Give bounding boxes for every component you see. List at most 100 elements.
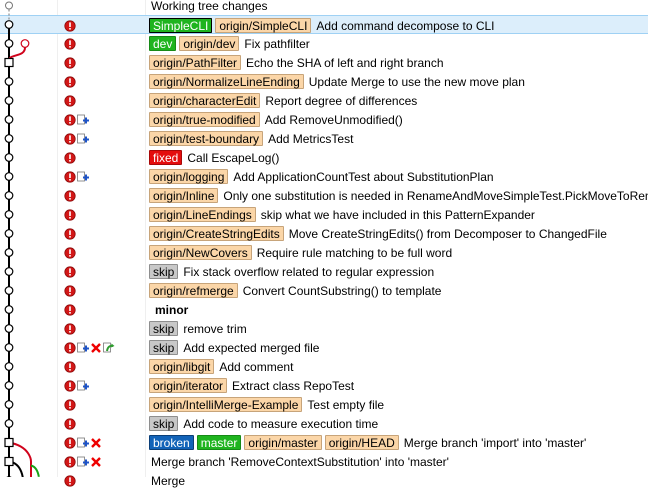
commit-row[interactable]: skipAdd code to measure execution time: [0, 414, 648, 433]
commit-status-icons: [64, 320, 76, 337]
deleted-icon: [90, 456, 102, 468]
remote-branch-badge[interactable]: origin/NormalizeLineEnding: [149, 74, 304, 89]
remote-branch-badge[interactable]: origin/SimpleCLI: [215, 18, 311, 33]
added-icon: [77, 133, 89, 145]
commit-row[interactable]: minor: [0, 300, 648, 319]
working-tree-row[interactable]: Working tree changes: [0, 0, 648, 15]
commit-node: [5, 40, 13, 48]
remote-branch-badge[interactable]: origin/dev: [179, 36, 239, 51]
commit-status-icons: [64, 149, 76, 166]
commit-row[interactable]: Merge branch 'RemoveContextSubstitution'…: [0, 452, 648, 471]
commit-message-cell: origin/InlineOnly one substitution is ne…: [149, 187, 648, 204]
remote-branch-badge[interactable]: origin/master: [244, 435, 321, 450]
commit-status-icons: [64, 130, 89, 147]
commit-row[interactable]: origin/characterEditReport degree of dif…: [0, 91, 648, 110]
commit-node: [5, 344, 13, 352]
commit-message: Add expected merged file: [181, 341, 319, 355]
commit-message-cell: skipremove trim: [149, 320, 247, 337]
conflict-icon: [64, 342, 76, 354]
commit-row[interactable]: origin/IntelliMerge-ExampleTest empty fi…: [0, 395, 648, 414]
conflict-icon: [64, 76, 76, 88]
remote-branch-badge[interactable]: origin/test-boundary: [149, 131, 263, 146]
tag-badge[interactable]: skip: [149, 416, 178, 431]
deleted-icon: [90, 437, 102, 449]
remote-branch-badge[interactable]: origin/HEAD: [325, 435, 399, 450]
commit-row[interactable]: origin/NewCoversRequire rule matching to…: [0, 243, 648, 262]
commit-row[interactable]: origin/test-boundaryAdd MetricsTest: [0, 129, 648, 148]
commit-node: [5, 78, 13, 86]
conflict-icon: [64, 209, 76, 221]
tag-badge[interactable]: skip: [149, 321, 178, 336]
commit-row[interactable]: origin/loggingAdd ApplicationCountTest a…: [0, 167, 648, 186]
tag-badge[interactable]: skip: [149, 264, 178, 279]
conflict-icon: [64, 57, 76, 69]
merge-commit-node: [5, 439, 13, 447]
commit-row[interactable]: origin/InlineOnly one substitution is ne…: [0, 186, 648, 205]
commit-row[interactable]: Merge: [0, 471, 648, 490]
merge-commit-node: [5, 458, 13, 466]
commit-row[interactable]: skipremove trim: [0, 319, 648, 338]
commit-message: Add command decompose to CLI: [314, 19, 494, 33]
commit-message-cell: origin/characterEditReport degree of dif…: [149, 92, 417, 109]
commit-message: remove trim: [181, 322, 246, 336]
commit-row[interactable]: origin/PathFilterEcho the SHA of left an…: [0, 53, 648, 72]
commit-message-cell: brokenmasterorigin/masterorigin/HEADMerg…: [149, 434, 586, 451]
commit-status-icons: [64, 92, 76, 109]
commit-message-cell: origin/iteratorExtract class RepoTest: [149, 377, 354, 394]
commit-row[interactable]: origin/iteratorExtract class RepoTest: [0, 376, 648, 395]
commit-status-icons: [64, 434, 102, 451]
commit-status-icons: [64, 54, 76, 71]
commit-status-icons: [64, 73, 76, 90]
commit-row[interactable]: brokenmasterorigin/masterorigin/HEADMerg…: [0, 433, 648, 452]
remote-branch-badge[interactable]: origin/iterator: [149, 378, 227, 393]
commit-message-cell: origin/libgitAdd comment: [149, 358, 293, 375]
commit-row[interactable]: origin/libgitAdd comment: [0, 357, 648, 376]
tag-badge[interactable]: broken: [149, 435, 194, 450]
commit-row[interactable]: fixedCall EscapeLog(): [0, 148, 648, 167]
added-icon: [77, 114, 89, 126]
remote-branch-badge[interactable]: origin/LineEndings: [149, 207, 256, 222]
remote-branch-badge[interactable]: origin/Inline: [149, 188, 218, 203]
commit-message-cell: skipAdd code to measure execution time: [149, 415, 378, 432]
commit-message-cell: Merge branch 'RemoveContextSubstitution'…: [149, 453, 449, 470]
local-branch-badge[interactable]: master: [197, 435, 242, 450]
remote-branch-badge[interactable]: origin/refmerge: [149, 283, 238, 298]
commit-row[interactable]: devorigin/devFix pathfilter: [0, 34, 648, 53]
commit-message: Move CreateStringEdits() from Decomposer…: [287, 227, 607, 241]
commit-message-cell: origin/NormalizeLineEndingUpdate Merge t…: [149, 73, 525, 90]
commit-message-cell: origin/loggingAdd ApplicationCountTest a…: [149, 168, 494, 185]
commit-row[interactable]: origin/LineEndingsskip what we have incl…: [0, 205, 648, 224]
commit-message: minor: [149, 303, 188, 317]
commit-row[interactable]: SimpleCLIorigin/SimpleCLIAdd command dec…: [0, 15, 648, 34]
commit-row[interactable]: origin/true-modifiedAdd RemoveUnmodified…: [0, 110, 648, 129]
commit-row[interactable]: skipAdd expected merged file: [0, 338, 648, 357]
commit-row[interactable]: skipFix stack overflow related to regula…: [0, 262, 648, 281]
conflict-icon: [64, 380, 76, 392]
local-branch-badge[interactable]: dev: [149, 36, 176, 51]
remote-branch-badge[interactable]: origin/true-modified: [149, 112, 260, 127]
commit-message-cell: origin/test-boundaryAdd MetricsTest: [149, 130, 353, 147]
commit-status-icons: [64, 244, 76, 261]
remote-branch-badge[interactable]: origin/CreateStringEdits: [149, 226, 284, 241]
commit-node: [21, 40, 29, 48]
current-branch-badge[interactable]: SimpleCLI: [149, 18, 212, 33]
tag-badge[interactable]: fixed: [149, 150, 182, 165]
conflict-icon: [64, 304, 76, 316]
conflict-icon: [64, 323, 76, 335]
remote-branch-badge[interactable]: origin/logging: [149, 169, 228, 184]
remote-branch-badge[interactable]: origin/NewCovers: [149, 245, 252, 260]
merge-commit-node: [5, 59, 13, 67]
commit-row[interactable]: origin/refmergeConvert CountSubstring() …: [0, 281, 648, 300]
remote-branch-badge[interactable]: origin/IntelliMerge-Example: [149, 397, 302, 412]
conflict-icon: [64, 133, 76, 145]
commit-node: [5, 401, 13, 409]
remote-branch-badge[interactable]: origin/libgit: [149, 359, 214, 374]
revision-grid[interactable]: Working tree changesSimpleCLIorigin/Simp…: [0, 0, 648, 477]
commit-row[interactable]: origin/NormalizeLineEndingUpdate Merge t…: [0, 72, 648, 91]
remote-branch-badge[interactable]: origin/PathFilter: [149, 55, 241, 70]
commit-message: Update Merge to use the new move plan: [307, 75, 525, 89]
commit-row[interactable]: origin/CreateStringEditsMove CreateStrin…: [0, 224, 648, 243]
remote-branch-badge[interactable]: origin/characterEdit: [149, 93, 260, 108]
tag-badge[interactable]: skip: [149, 340, 178, 355]
commit-status-icons: [64, 339, 115, 356]
